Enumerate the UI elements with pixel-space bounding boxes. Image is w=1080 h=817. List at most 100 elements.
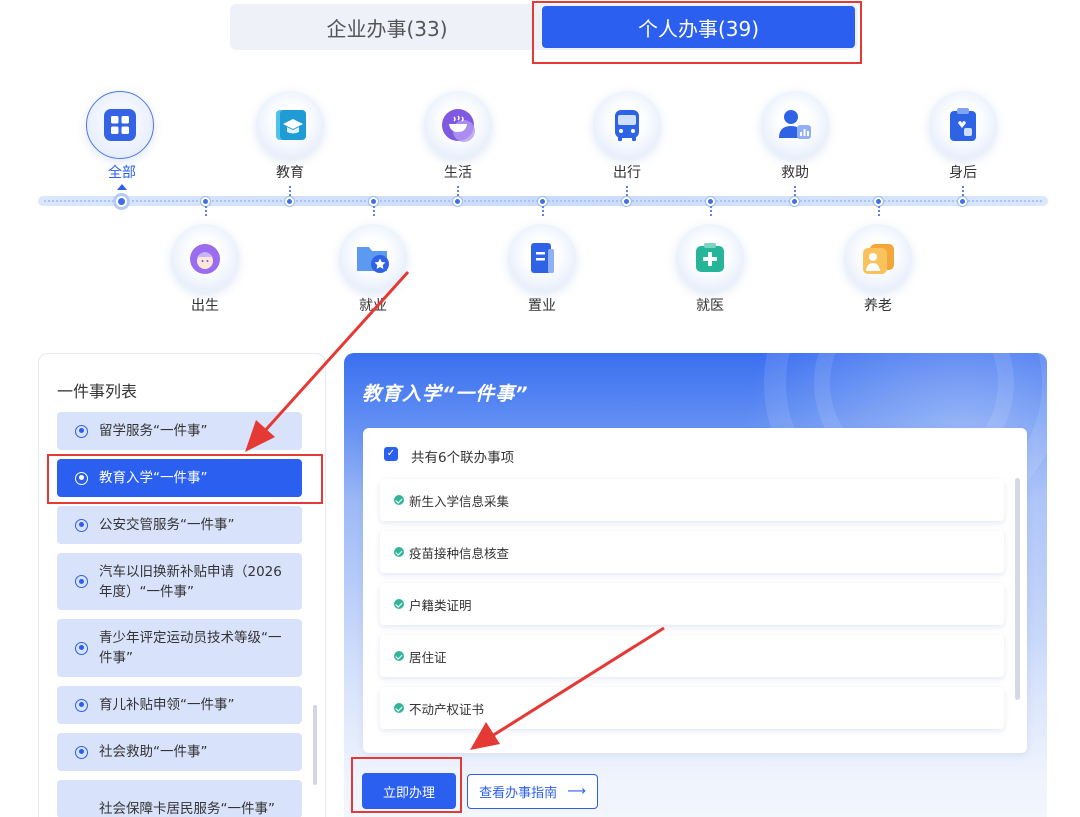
list-item-label: 汽车以旧换新补贴申请（2026年度）“一件事” [99, 563, 282, 600]
category-birth-label: 出生 [191, 298, 219, 314]
matter-list-title: 一件事列表 [57, 382, 138, 401]
task-item[interactable]: 不动产权证书 [380, 687, 1004, 729]
list-item-label: 社会救助“一件事” [99, 744, 208, 760]
checklist-icon: ✓ [384, 447, 398, 461]
timeline-connector [710, 206, 712, 216]
category-posthumous-label: 身后 [949, 165, 977, 181]
linked-matters-summary: 共有6个联办事项 [411, 450, 515, 466]
category-all[interactable] [86, 91, 154, 159]
timeline-dot [538, 197, 547, 206]
category-birth-circle [171, 224, 239, 292]
category-posthumous-circle [929, 91, 997, 159]
category-assistance-circle [761, 91, 829, 159]
list-scrollbar[interactable] [313, 705, 317, 785]
task-item-label: 新生入学信息采集 [409, 493, 510, 509]
check-circle-icon [394, 495, 404, 505]
tab-personal-affairs[interactable]: 个人办事(39) [542, 6, 855, 48]
category-travel-label: 出行 [613, 165, 641, 181]
category-elderly-care-label: 养老 [864, 298, 892, 314]
category-education-label: 教育 [276, 165, 304, 181]
cup-icon [442, 109, 475, 142]
task-item[interactable]: 新生入学信息采集 [380, 479, 1004, 521]
active-indicator-icon [117, 184, 127, 190]
category-property-label: 置业 [528, 298, 556, 314]
timeline-dot [622, 197, 631, 206]
list-item[interactable]: 留学服务“一件事” [57, 412, 302, 450]
timeline-dot-all [116, 196, 127, 207]
clipboard-icon [950, 108, 976, 141]
category-assistance-label: 救助 [781, 165, 809, 181]
apply-now-button[interactable]: 立即办理 [362, 773, 456, 809]
timeline-dot [285, 197, 294, 206]
category-employment-circle [339, 224, 407, 292]
category-employment[interactable] [339, 224, 407, 292]
category-travel-circle [593, 91, 661, 159]
category-property-circle [508, 224, 576, 292]
list-item-label: 留学服务“一件事” [99, 423, 208, 439]
timeline-connector [373, 206, 375, 216]
timeline-dot [874, 197, 883, 206]
person-chart-icon [779, 110, 811, 139]
category-medical[interactable] [676, 224, 744, 292]
task-item-label: 居住证 [409, 649, 447, 665]
list-item[interactable]: 公安交管服务“一件事” [57, 506, 302, 544]
list-item-label: 青少年评定运动员技术等级“一件事” [99, 630, 282, 666]
timeline-dot [201, 197, 210, 206]
bullet-icon [75, 641, 88, 655]
check-circle-icon [394, 703, 404, 713]
category-education[interactable] [256, 91, 324, 159]
category-travel[interactable] [593, 91, 661, 159]
timeline-dot [453, 197, 462, 206]
card-scrollbar[interactable] [1015, 478, 1020, 700]
category-education-circle [256, 91, 324, 159]
task-item[interactable]: 居住证 [380, 635, 1004, 677]
check-circle-icon [394, 547, 404, 557]
timeline-connector [626, 186, 628, 196]
category-life-circle [424, 91, 492, 159]
task-item-label: 不动产权证书 [409, 701, 485, 717]
detail-title: 教育入学“一件事” [362, 383, 529, 405]
bullet-icon [75, 745, 88, 759]
timeline-connector [794, 186, 796, 196]
list-item-label: 教育入学“一件事” [99, 470, 208, 486]
bullet-icon [75, 518, 88, 532]
list-item[interactable]: 育儿补贴申领“一件事” [57, 686, 302, 724]
list-item-label: 育儿补贴申领“一件事” [99, 697, 235, 713]
task-item[interactable]: 疫苗接种信息核查 [380, 531, 1004, 573]
category-posthumous[interactable] [929, 91, 997, 159]
tab-enterprise-affairs[interactable]: 企业办事(33) [232, 6, 542, 48]
timeline-dot [958, 197, 967, 206]
list-item[interactable]: 汽车以旧换新补贴申请（2026年度）“一件事” [57, 553, 302, 610]
check-circle-icon [394, 599, 404, 609]
category-property[interactable] [508, 224, 576, 292]
list-item-active[interactable]: 教育入学“一件事” [57, 459, 302, 497]
folder-star-icon [357, 247, 389, 273]
timeline-connector [878, 206, 880, 216]
list-item-label: 社会保障卡居民服务“一件事” [99, 801, 275, 817]
bullet-icon [75, 424, 88, 438]
arrow-right-icon: ⟶ [567, 784, 586, 799]
view-guide-button[interactable]: 查看办事指南 ⟶ [467, 774, 598, 809]
bus-icon [615, 110, 639, 141]
category-medical-circle [676, 224, 744, 292]
list-item-partial-clip: 社会保障卡居民服务“一件事” [57, 780, 302, 817]
timeline-dot [790, 197, 799, 206]
category-birth[interactable] [171, 224, 239, 292]
timeline-connector [457, 186, 459, 196]
category-elderly-care[interactable] [844, 224, 912, 292]
timeline-connector [962, 186, 964, 196]
grid-icon [104, 109, 136, 141]
view-guide-label: 查看办事指南 [479, 786, 558, 801]
list-item[interactable]: 社会救助“一件事” [57, 733, 302, 771]
list-item[interactable]: 社会保障卡居民服务“一件事” [57, 780, 302, 817]
task-item-label: 户籍类证明 [409, 597, 472, 613]
category-assistance[interactable] [761, 91, 829, 159]
category-medical-label: 就医 [696, 298, 724, 314]
medical-cross-icon [696, 243, 724, 272]
timeline-connector [205, 206, 207, 216]
task-item[interactable]: 户籍类证明 [380, 583, 1004, 625]
list-item[interactable]: 青少年评定运动员技术等级“一件事” [57, 619, 302, 677]
category-life[interactable] [424, 91, 492, 159]
list-item-label: 公安交管服务“一件事” [99, 517, 235, 533]
task-item-label: 疫苗接种信息核查 [409, 545, 510, 561]
